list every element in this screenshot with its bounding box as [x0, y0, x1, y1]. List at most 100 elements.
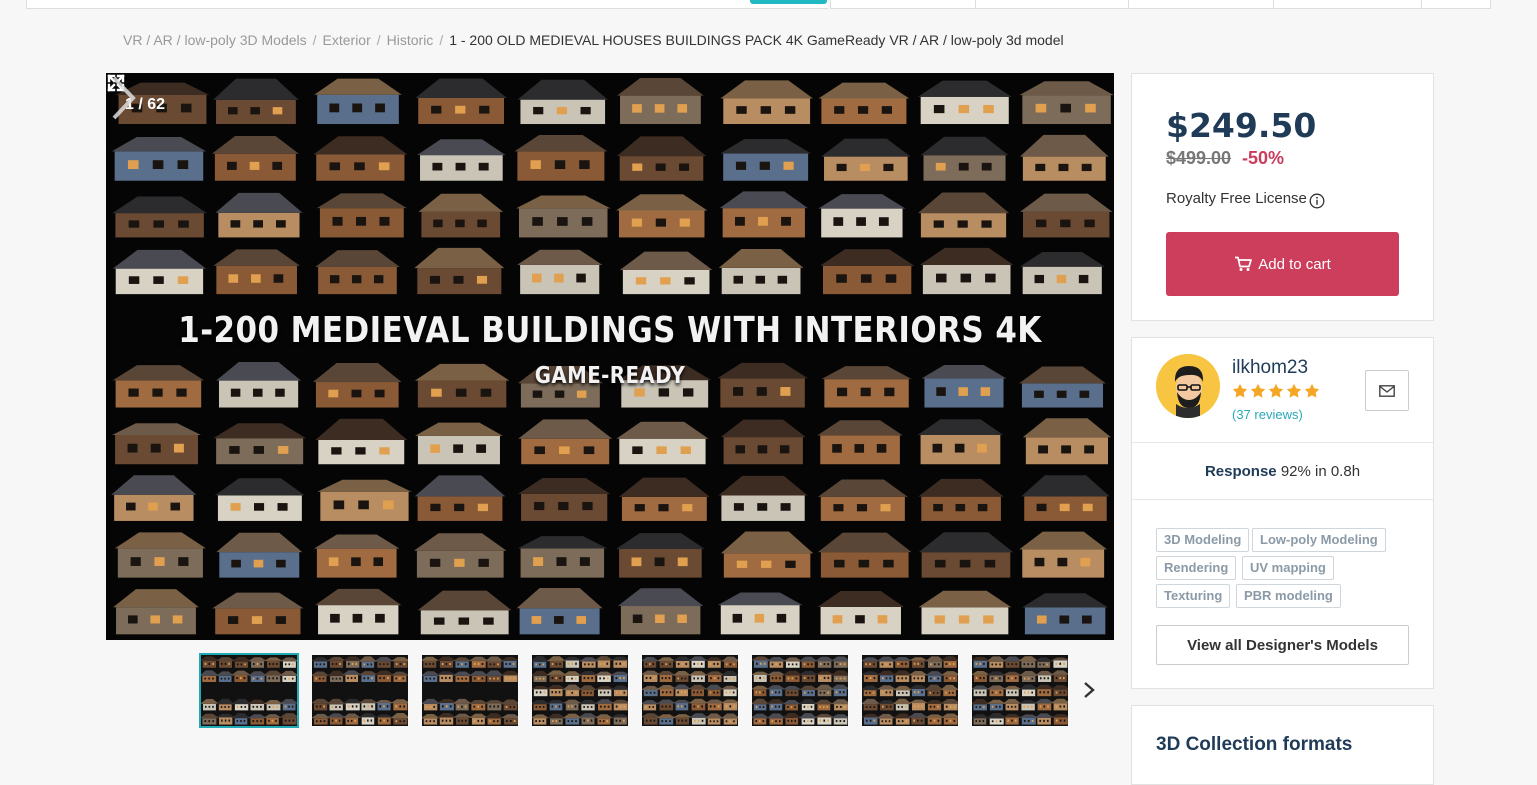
add-to-cart-button[interactable]: Add to cart	[1166, 232, 1399, 296]
thumbnail[interactable]	[199, 653, 299, 728]
formats-title: 3D Collection formats	[1156, 734, 1353, 755]
skill-tag[interactable]: Texturing	[1156, 584, 1231, 608]
thumbnail-image	[752, 656, 848, 725]
thumbnail-image	[972, 656, 1068, 725]
building-thumbnail	[484, 656, 505, 668]
reviews-link[interactable]: (37 reviews)	[1232, 407, 1303, 422]
building-thumbnail	[821, 138, 911, 181]
nav-tab[interactable]	[1128, 0, 1273, 9]
designer-name[interactable]: ilkhom23	[1232, 357, 1308, 379]
chevron-right-icon[interactable]	[106, 73, 140, 123]
avatar[interactable]	[1156, 354, 1220, 418]
building-thumbnail	[484, 670, 504, 682]
response-stats: Response 92% in 0.8h	[1132, 463, 1433, 480]
building-thumbnail	[1021, 475, 1110, 521]
nav-tab[interactable]	[26, 0, 828, 9]
skill-tag[interactable]: UV mapping	[1242, 556, 1334, 580]
product-image-viewer[interactable]: 1-200 MEDIEVAL BUILDINGS WITH INTERIORS …	[106, 73, 1114, 640]
building-thumbnail	[618, 477, 710, 521]
thumbnail[interactable]	[972, 655, 1068, 726]
skill-tag[interactable]: PBR modeling	[1236, 584, 1341, 608]
building-thumbnail	[374, 670, 395, 682]
building-thumbnail	[720, 699, 738, 711]
thumbnail[interactable]	[752, 655, 848, 726]
skill-tag[interactable]: Rendering	[1156, 556, 1237, 580]
building-thumbnail	[818, 82, 910, 125]
skill-tag[interactable]: 3D Modeling	[1156, 528, 1250, 552]
building-thumbnail	[1022, 418, 1112, 465]
building-thumbnail	[500, 714, 518, 725]
building-thumbnail	[342, 713, 362, 725]
building-thumbnail	[656, 714, 677, 725]
building-thumbnail	[422, 656, 440, 668]
building-thumbnail	[532, 670, 550, 682]
breadcrumb-link-category[interactable]: VR / AR / low-poly 3D Models	[123, 32, 307, 48]
building-thumbnail	[940, 684, 958, 697]
building-thumbnail	[484, 700, 505, 711]
building-thumbnail	[817, 479, 908, 521]
building-thumbnail	[918, 478, 1004, 521]
add-to-cart-label: Add to cart	[1258, 255, 1331, 273]
building-thumbnail	[986, 671, 1007, 682]
chevron-right-icon[interactable]	[1081, 680, 1097, 700]
building-thumbnail	[578, 713, 598, 725]
building-thumbnail	[972, 714, 990, 725]
thumbnail[interactable]	[312, 655, 408, 726]
thumbnail[interactable]	[532, 655, 628, 726]
breadcrumb-separator: /	[439, 32, 444, 48]
building-thumbnail	[343, 656, 363, 668]
building-thumbnail	[212, 592, 304, 635]
nav-tab[interactable]	[1273, 0, 1421, 9]
breadcrumb-link-exterior[interactable]: Exterior	[323, 32, 371, 48]
building-thumbnail	[1019, 193, 1113, 238]
thumbnail[interactable]	[862, 655, 958, 726]
discount-badge: -50%	[1242, 148, 1285, 168]
message-button[interactable]	[1365, 370, 1409, 411]
building-thumbnail	[546, 670, 567, 682]
building-thumbnail	[436, 712, 457, 725]
building-thumbnail	[112, 423, 201, 465]
building-thumbnail	[468, 700, 489, 711]
building-thumbnail	[312, 657, 331, 668]
building-thumbnail	[517, 536, 608, 578]
nav-tab[interactable]	[975, 0, 1128, 9]
building-thumbnail	[417, 139, 506, 181]
building-thumbnail	[986, 699, 1006, 711]
building-thumbnail	[986, 656, 1007, 668]
breadcrumb-separator: /	[312, 32, 317, 48]
building-thumbnail	[326, 698, 346, 711]
thumbnail[interactable]	[422, 655, 518, 726]
building-thumbnail	[814, 699, 834, 711]
building-thumbnail	[214, 478, 305, 521]
building-thumbnail	[315, 250, 400, 295]
info-icon[interactable]	[1309, 193, 1325, 209]
building-thumbnail	[201, 713, 220, 725]
formats-card: 3D Collection formats	[1131, 705, 1434, 785]
building-thumbnail	[782, 670, 803, 682]
building-thumbnail	[672, 671, 692, 682]
building-thumbnail	[374, 656, 394, 668]
building-thumbnail	[231, 713, 251, 725]
building-thumbnail	[817, 420, 903, 465]
thumbnail[interactable]	[642, 655, 738, 726]
building-thumbnail	[594, 671, 614, 682]
nav-tab[interactable]	[1421, 0, 1491, 9]
building-thumbnail	[817, 590, 904, 635]
view-all-models-button[interactable]: View all Designer's Models	[1156, 625, 1409, 665]
building-thumbnail	[814, 684, 835, 697]
building-thumbnail	[315, 588, 402, 635]
response-label: Response	[1204, 463, 1277, 480]
rating-stars	[1232, 383, 1320, 401]
building-thumbnail	[436, 699, 457, 711]
divider	[1132, 499, 1433, 500]
building-thumbnail	[1002, 698, 1022, 711]
building-thumbnail	[390, 699, 408, 711]
building-thumbnail	[231, 670, 251, 682]
building-thumbnail	[231, 656, 252, 668]
nav-tab[interactable]	[830, 0, 975, 9]
breadcrumb-link-historic[interactable]: Historic	[387, 32, 434, 48]
skill-tag[interactable]: Low-poly Modeling	[1252, 528, 1386, 552]
building-thumbnail	[619, 251, 713, 295]
building-thumbnail	[917, 419, 1004, 465]
building-thumbnail	[1034, 713, 1054, 725]
